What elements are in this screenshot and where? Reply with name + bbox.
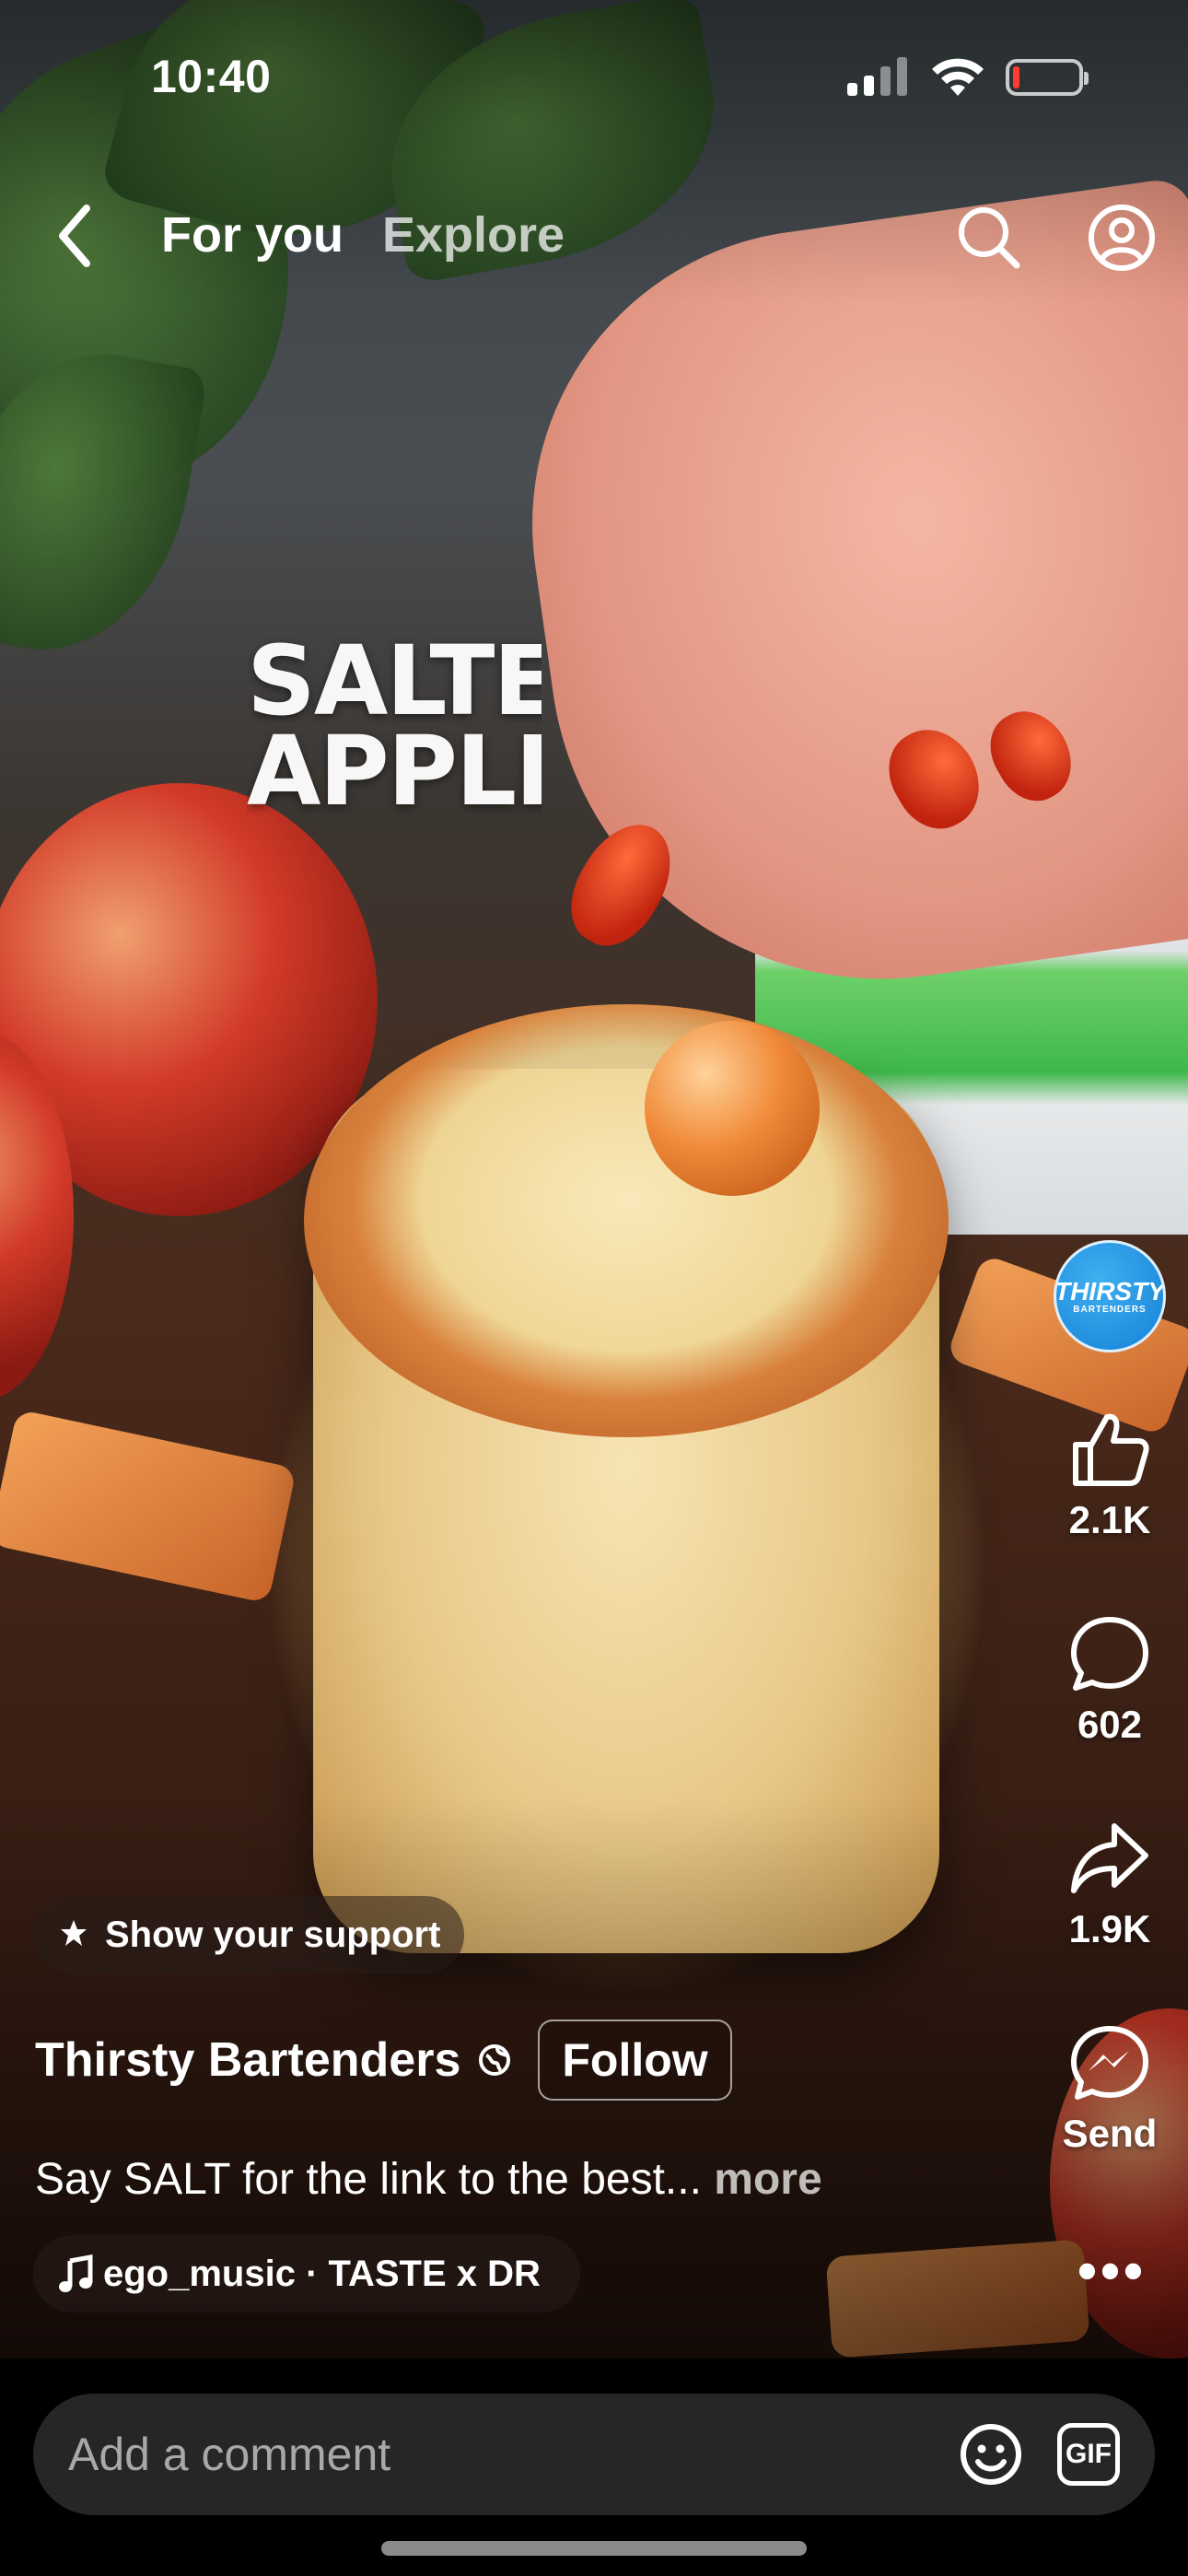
status-time: 10:40	[151, 51, 272, 102]
globe-icon	[479, 2044, 511, 2076]
back-arrow-icon[interactable]	[50, 199, 101, 273]
battery-level	[1013, 66, 1019, 88]
follow-button[interactable]: Follow	[538, 2020, 732, 2101]
caramel-piece	[0, 1409, 297, 1604]
home-indicator	[381, 2541, 807, 2556]
comment-bubble-icon	[1071, 1617, 1148, 1691]
caption-more-link[interactable]: more	[714, 2155, 821, 2204]
thumbs-up-icon	[1073, 1413, 1149, 1486]
plant-leaf	[0, 333, 209, 672]
author-row: Thirsty Bartenders Follow	[35, 2020, 732, 2101]
share-arrow-icon	[1071, 1823, 1148, 1893]
profile-icon[interactable]	[1085, 201, 1159, 275]
gif-button[interactable]: GIF	[1057, 2423, 1120, 2486]
avatar-subtext: BARTENDERS	[1073, 1304, 1147, 1315]
reel-video[interactable]: SALTED APPLE M	[0, 0, 1188, 2359]
music-note-icon	[59, 2254, 93, 2292]
cellular-signal-icon	[847, 57, 907, 96]
creator-avatar[interactable]: THIRSTY BARTENDERS	[1054, 1240, 1166, 1352]
emoji-icon[interactable]	[958, 2421, 1024, 2488]
tab-for-you[interactable]: For you	[161, 206, 344, 263]
audio-track-button[interactable]: ego_music · TASTE x DR	[33, 2235, 580, 2313]
sparkle-heart-icon	[61, 1920, 87, 1946]
support-label: Show your support	[105, 1914, 441, 1955]
show-your-support-button[interactable]: Show your support	[33, 1896, 465, 1973]
avatar-text: THIRSTY	[1054, 1276, 1165, 1306]
send-label: Send	[1062, 2112, 1158, 2155]
like-count: 2.1K	[1068, 1498, 1151, 1541]
cocktail-garnish	[645, 1021, 820, 1196]
share-action[interactable]: 1.9K	[1041, 1819, 1179, 1951]
comment-input[interactable]: Add a comment GIF	[33, 2394, 1155, 2515]
battery-icon	[1006, 59, 1089, 96]
post-caption[interactable]: Say SALT for the link to the best... mor…	[35, 2154, 822, 2205]
more-options-icon[interactable]: •••	[1077, 2239, 1147, 2302]
comment-count: 602	[1077, 1703, 1143, 1746]
video-overlay-text: SALTED APPLE M	[247, 636, 542, 816]
glass-rim	[304, 1004, 949, 1437]
author-name[interactable]: Thirsty Bartenders	[35, 2032, 460, 2088]
caption-text: Say SALT for the link to the best...	[35, 2155, 702, 2204]
search-icon[interactable]	[952, 201, 1026, 275]
status-icons	[847, 57, 1089, 98]
comment-placeholder: Add a comment	[68, 2429, 391, 2480]
audio-track-text: ego_music · TASTE x DR	[103, 2253, 541, 2294]
comment-action[interactable]: 602	[1041, 1614, 1179, 1747]
wifi-icon	[932, 58, 984, 96]
send-action[interactable]: Send	[1041, 2023, 1179, 2156]
tab-explore[interactable]: Explore	[382, 206, 565, 263]
messenger-icon	[1071, 2026, 1148, 2100]
share-count: 1.9K	[1068, 1907, 1151, 1950]
like-action[interactable]: 2.1K	[1041, 1410, 1179, 1542]
